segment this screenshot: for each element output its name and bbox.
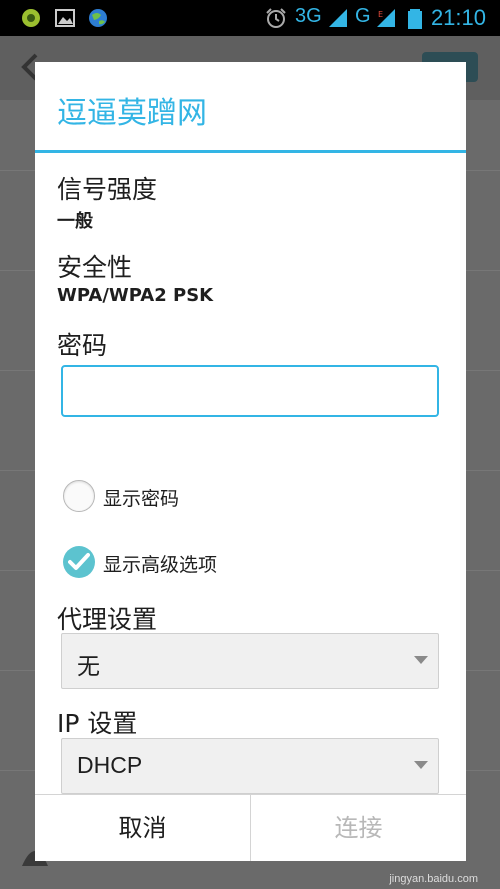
watermark: jingyan.baidu.com	[389, 873, 478, 885]
dialog-title: 逗逼莫蹭网	[57, 97, 207, 130]
ip-settings-label: IP 设置	[57, 709, 138, 738]
connect-button[interactable]: 连接	[251, 795, 466, 861]
dialog-button-bar: 取消 连接	[35, 794, 466, 861]
clock: 21:10	[430, 5, 486, 30]
proxy-settings-label: 代理设置	[57, 605, 158, 634]
security-value: WPA/WPA2 PSK	[57, 285, 214, 306]
show-advanced-checkbox[interactable]: 显示高级选项	[61, 543, 361, 583]
password-label: 密码	[57, 331, 108, 360]
network-3g-label: 3G	[295, 5, 322, 27]
dropdown-arrow-icon	[414, 761, 428, 769]
ip-settings-dropdown[interactable]: DHCP	[61, 738, 439, 794]
signal-strength-label: 信号强度	[57, 175, 158, 204]
signal-strength-icon	[327, 7, 349, 29]
cancel-button[interactable]: 取消	[35, 795, 250, 861]
signal-strength-2-icon: E	[375, 7, 397, 29]
network-g-label: G	[355, 5, 371, 27]
wifi-connect-dialog: 逗逼莫蹭网 信号强度 一般 安全性 WPA/WPA2 PSK 密码 显示密码 显…	[35, 62, 466, 861]
show-password-checkbox[interactable]: 显示密码	[61, 477, 361, 517]
ip-settings-value: DHCP	[77, 752, 143, 778]
security-label: 安全性	[57, 253, 133, 282]
show-password-label: 显示密码	[103, 488, 180, 510]
battery-icon	[404, 7, 426, 29]
show-advanced-label: 显示高级选项	[103, 554, 218, 576]
title-divider	[35, 150, 466, 153]
status-bar: 3G G E 21:10	[0, 0, 500, 36]
password-input[interactable]	[61, 365, 439, 417]
unchecked-circle-icon[interactable]	[63, 480, 95, 512]
proxy-settings-value: 无	[77, 653, 100, 679]
proxy-settings-dropdown[interactable]: 无	[61, 633, 439, 689]
checkmark-icon[interactable]	[63, 546, 95, 578]
svg-text:E: E	[378, 10, 383, 19]
android-notification-icon	[20, 7, 42, 29]
image-icon	[54, 7, 76, 29]
dropdown-arrow-icon	[414, 656, 428, 664]
alarm-clock-icon	[265, 7, 287, 29]
signal-strength-value: 一般	[57, 211, 93, 232]
browser-globe-icon	[87, 7, 109, 29]
